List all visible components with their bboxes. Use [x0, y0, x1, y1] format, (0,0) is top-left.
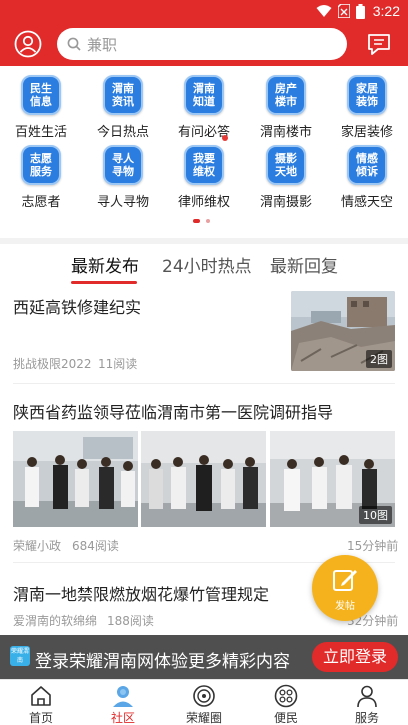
home-icon — [31, 686, 51, 706]
grid-badge: 房产 楼市 — [266, 75, 306, 115]
nav-label: 便民 — [273, 711, 298, 725]
grid-item-qing-gan-tian-kong[interactable]: 情感 倾诉 情感天空 — [326, 136, 408, 210]
grid-badge: 志愿 服务 — [21, 145, 61, 185]
status-bar: 3:22 — [0, 0, 408, 24]
feed-tabs: 最新发布 24小时热点 最新回复 — [0, 244, 408, 286]
nav-label: 社区 — [110, 711, 135, 725]
search-bar[interactable]: 兼职 — [57, 28, 347, 60]
image-count-badge: 2图 — [366, 350, 392, 368]
notification-dot — [222, 135, 228, 141]
login-button[interactable]: 立即登录 — [312, 642, 398, 672]
grid-item-bai-xing-sheng-huo[interactable]: 民生 信息 百姓生活 — [0, 66, 82, 140]
image-count-badge: 10图 — [359, 506, 392, 524]
grid-badge: 家居 装饰 — [347, 75, 387, 115]
grid-item-zhi-yuan-zhe[interactable]: 志愿 服务 志愿者 — [0, 136, 82, 210]
fab-label: 发帖 — [335, 601, 355, 612]
grid-item-xun-ren-xun-wu[interactable]: 寻人 寻物 寻人寻物 — [82, 136, 164, 210]
chat-icon — [368, 34, 390, 55]
post-title[interactable]: 陕西省药监领导莅临渭南市第一医院调研指导 — [13, 399, 333, 423]
avatar-button[interactable] — [14, 30, 42, 58]
post-reads: 188阅读 — [107, 614, 154, 628]
battery-icon — [355, 3, 365, 19]
grid-item-jia-ju-zhuang-xiu[interactable]: 家居 装饰 家居装修 — [326, 66, 408, 140]
grid-label: 情感天空 — [340, 195, 393, 210]
tab-active-indicator — [71, 281, 137, 284]
post-image[interactable] — [141, 431, 266, 527]
sim-icon — [337, 4, 350, 18]
search-placeholder: 兼职 — [87, 35, 118, 54]
post-thumbnail[interactable]: 2图 — [291, 291, 395, 371]
app-screen: 3:22 兼职 民生 信息 百姓生活 渭南 资讯 今日热点 渭南 知道 有问必答… — [0, 0, 408, 725]
circle-icon — [193, 685, 215, 707]
person-icon — [357, 685, 377, 708]
wifi-icon — [316, 5, 332, 17]
services-icon — [274, 684, 298, 708]
post-image[interactable] — [13, 431, 138, 527]
grid-badge: 渭南 资讯 — [103, 75, 143, 115]
grid-label: 渭南摄影 — [259, 195, 312, 210]
officials-photo-2 — [141, 431, 266, 527]
category-grid: 民生 信息 百姓生活 渭南 资讯 今日热点 渭南 知道 有问必答 房产 楼市 渭… — [0, 66, 408, 238]
tab-24h-hot[interactable]: 24小时热点 — [162, 252, 252, 277]
post-fab-button[interactable]: 发帖 — [312, 555, 378, 621]
nav-label: 荣耀圈 — [185, 711, 222, 725]
login-banner: 荣耀渭南 登录荣耀渭南网体验更多精彩内容 立即登录 — [0, 635, 408, 679]
grid-badge: 我要 维权 — [184, 145, 224, 185]
grid-pager — [193, 219, 210, 223]
nav-label: 首页 — [28, 711, 53, 725]
app-logo: 荣耀渭南 — [10, 646, 30, 666]
grid-label: 志愿者 — [21, 195, 61, 210]
top-header: 兼职 — [0, 24, 408, 66]
nav-service[interactable]: 服务 — [326, 680, 408, 725]
grid-badge: 摄影 天地 — [266, 145, 306, 185]
officials-photo-1 — [13, 431, 138, 527]
nav-home[interactable]: 首页 — [0, 680, 82, 725]
grid-badge: 情感 倾诉 — [347, 145, 387, 185]
message-button[interactable] — [366, 31, 392, 57]
grid-badge: 渭南 知道 — [184, 75, 224, 115]
user-icon — [14, 30, 42, 58]
post-image[interactable]: 10图 — [270, 431, 395, 527]
grid-badge: 民生 信息 — [21, 75, 61, 115]
tab-latest-replies[interactable]: 最新回复 — [270, 252, 338, 277]
grid-label: 寻人寻物 — [96, 195, 149, 210]
nav-community[interactable]: 社区 — [82, 680, 164, 725]
nav-convenience[interactable]: 便民 — [245, 680, 327, 725]
post-reads: 11阅读 — [98, 357, 138, 371]
status-time: 3:22 — [372, 3, 400, 19]
pager-dot-active — [193, 219, 200, 223]
grid-item-you-wen-bi-da[interactable]: 渭南 知道 有问必答 — [163, 66, 245, 140]
grid-item-wei-nan-lou-shi[interactable]: 房产 楼市 渭南楼市 — [245, 66, 327, 140]
grid-item-jin-ri-re-dian[interactable]: 渭南 资讯 今日热点 — [82, 66, 164, 140]
nav-label: 服务 — [354, 711, 379, 725]
post-author[interactable]: 挑战极限2022 — [13, 355, 92, 372]
post-title[interactable]: 渭南一地禁限燃放烟花爆竹管理规定 — [13, 581, 269, 605]
post-time: 15分钟前 — [347, 539, 399, 553]
login-promo-text: 登录荣耀渭南网体验更多精彩内容 — [35, 652, 290, 672]
post-title[interactable]: 西延高铁修建纪实 — [13, 294, 141, 318]
nav-honor-circle[interactable]: 荣耀圈 — [163, 680, 245, 725]
grid-item-wei-nan-she-ying[interactable]: 摄影 天地 渭南摄影 — [245, 136, 327, 210]
edit-icon — [333, 570, 357, 591]
grid-label: 律师维权 — [177, 195, 230, 210]
tab-latest[interactable]: 最新发布 — [71, 252, 139, 277]
post-author[interactable]: 荣耀小政 — [13, 537, 61, 554]
post-author[interactable]: 爱渭南的软绵绵 — [13, 612, 97, 629]
grid-badge: 寻人 寻物 — [103, 145, 143, 185]
pager-dot — [206, 219, 210, 223]
search-icon — [67, 37, 81, 51]
bottom-nav: 首页 社区 荣耀圈 便民 服务 — [0, 679, 408, 725]
post-divider — [13, 383, 395, 384]
grid-item-lv-shi-wei-quan[interactable]: 我要 维权 律师维权 — [163, 135, 245, 210]
post-image-row[interactable]: 10图 — [13, 431, 395, 527]
post-reads: 684阅读 — [72, 539, 119, 553]
community-icon — [113, 686, 133, 707]
